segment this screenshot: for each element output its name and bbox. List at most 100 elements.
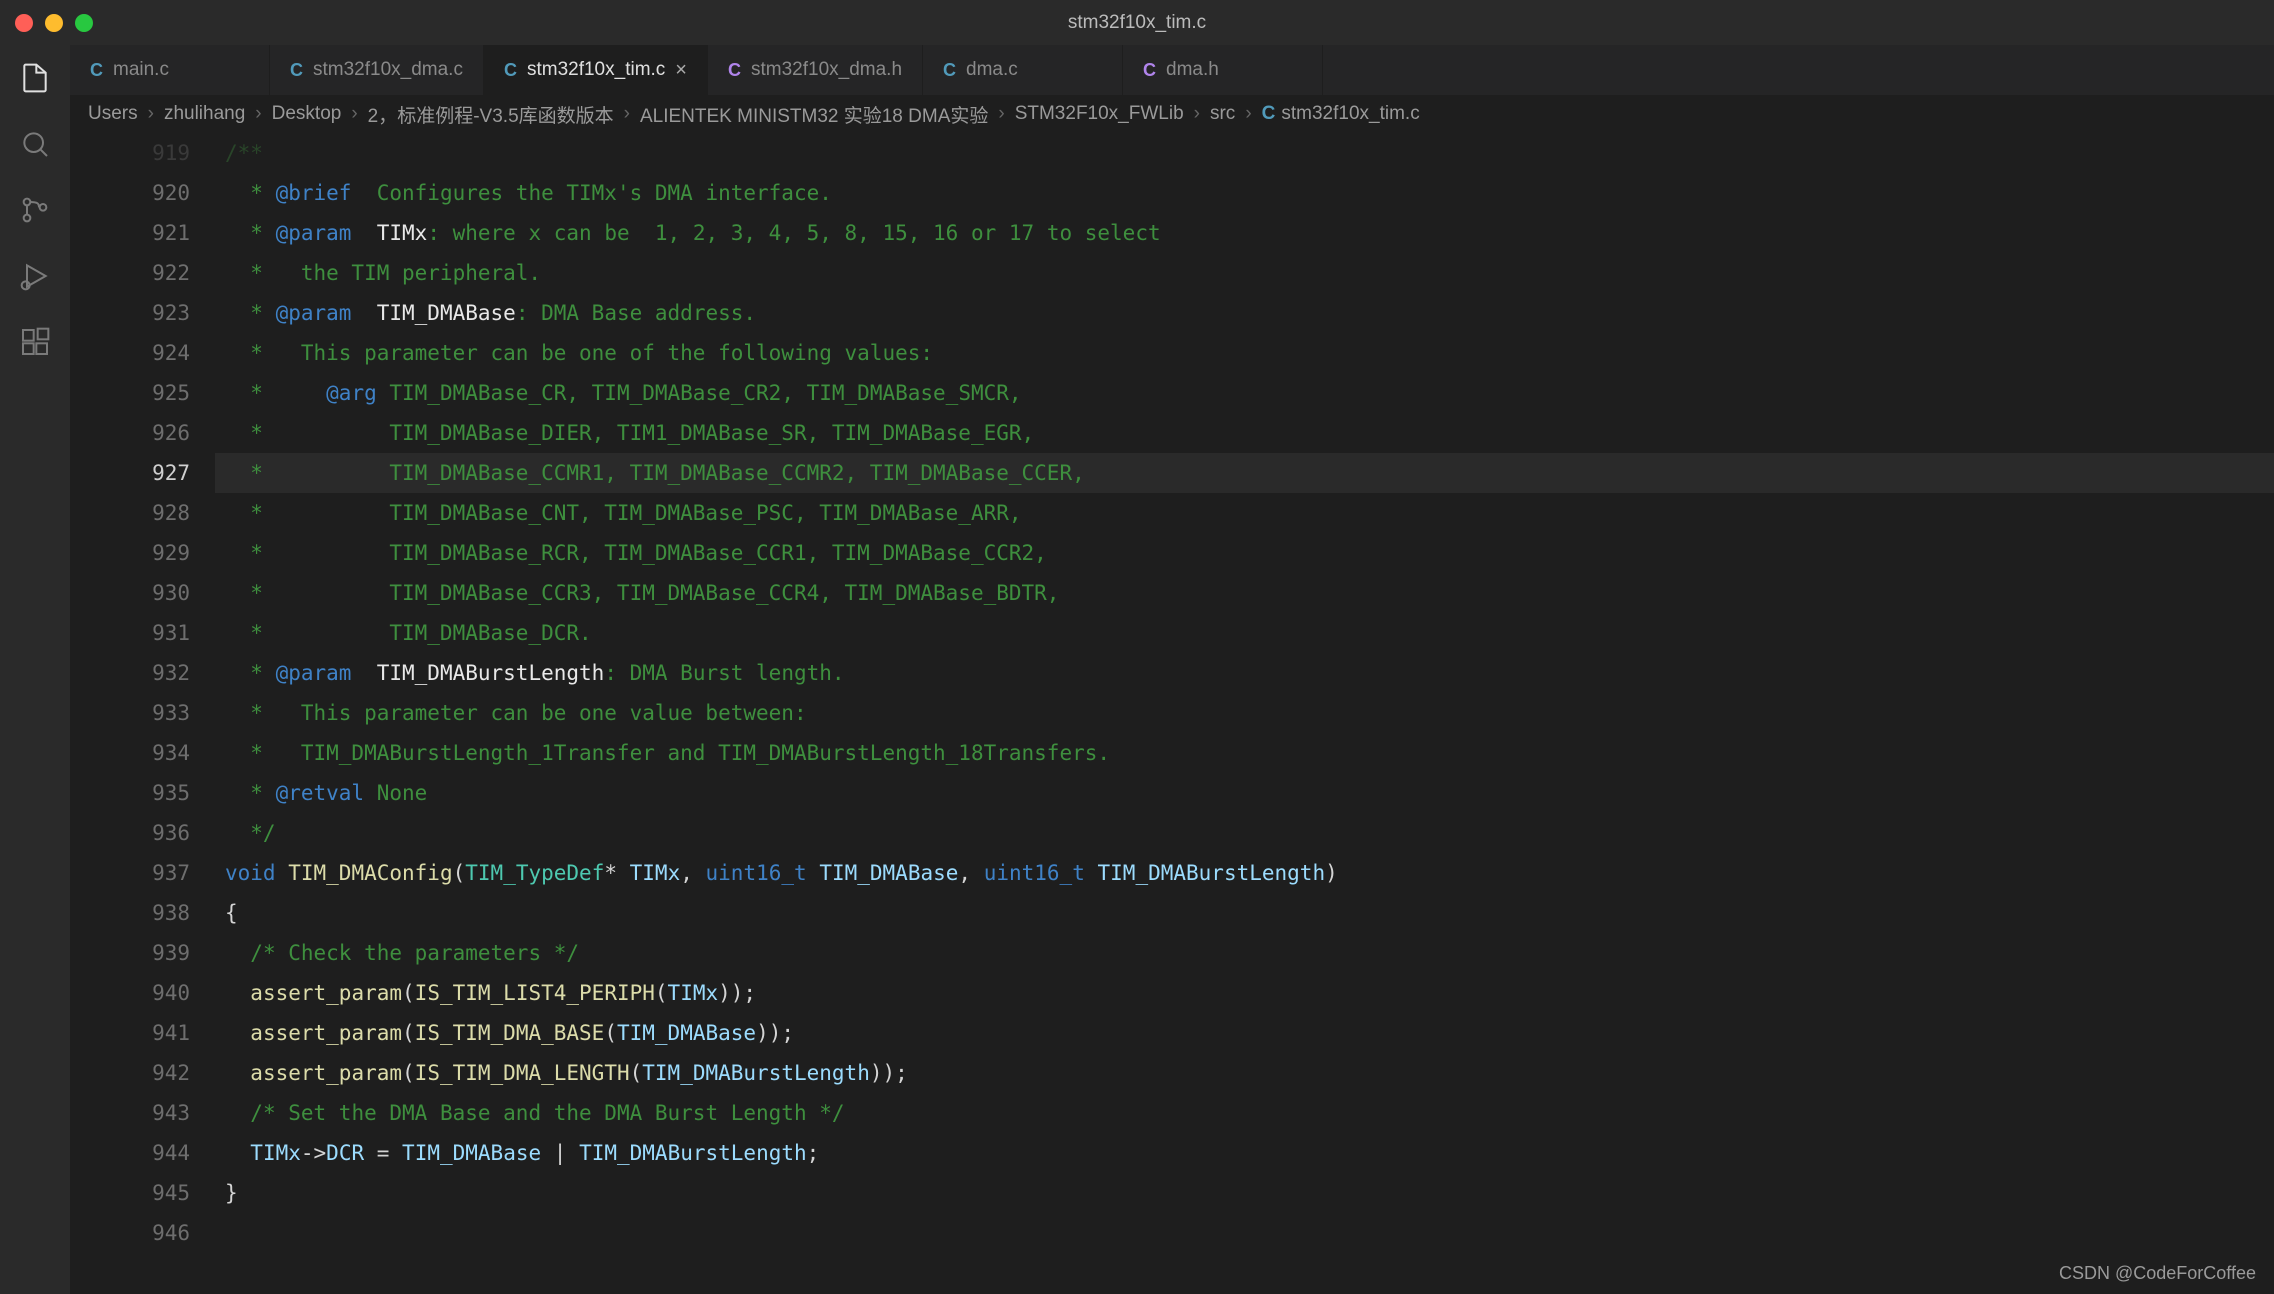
code-line[interactable]: * This parameter can be one of the follo…	[215, 333, 2274, 373]
code-line[interactable]: * @arg TIM_DMABase_CR, TIM_DMABase_CR2, …	[215, 373, 2274, 413]
minimize-window-button[interactable]	[45, 14, 63, 32]
tab-stm32f10x_dma-c[interactable]: Cstm32f10x_dma.c	[270, 45, 484, 95]
chevron-right-icon: ›	[255, 103, 261, 125]
code-line[interactable]: assert_param(IS_TIM_LIST4_PERIPH(TIMx));	[215, 973, 2274, 1013]
chevron-right-icon: ›	[1194, 103, 1200, 125]
maximize-window-button[interactable]	[75, 14, 93, 32]
line-number: 922	[70, 253, 190, 293]
tab-label: stm32f10x_dma.c	[313, 59, 463, 81]
breadcrumb-file[interactable]: stm32f10x_tim.c	[1281, 103, 1419, 125]
code-token	[225, 1101, 250, 1125]
code-line[interactable]	[215, 1213, 2274, 1253]
search-icon[interactable]	[17, 126, 53, 162]
tab-label: dma.c	[966, 59, 1018, 81]
breadcrumb-segment[interactable]: STM32F10x_FWLib	[1015, 103, 1184, 125]
tab-main-c[interactable]: Cmain.c	[70, 45, 270, 95]
breadcrumb-segment[interactable]: Users	[88, 103, 138, 125]
extensions-icon[interactable]	[17, 324, 53, 360]
code-token	[225, 1141, 250, 1165]
code-token: TIM_DMABurstLength	[377, 661, 605, 685]
code-token: TIMx	[250, 1141, 301, 1165]
code-line[interactable]: {	[215, 893, 2274, 933]
code-line[interactable]: * TIM_DMABase_CCR3, TIM_DMABase_CCR4, TI…	[215, 573, 2274, 613]
code-token: (	[402, 981, 415, 1005]
run-debug-icon[interactable]	[17, 258, 53, 294]
tab-dma-h[interactable]: Cdma.h	[1123, 45, 1323, 95]
code-line[interactable]: assert_param(IS_TIM_DMA_BASE(TIM_DMABase…	[215, 1013, 2274, 1053]
code-line[interactable]: assert_param(IS_TIM_DMA_LENGTH(TIM_DMABu…	[215, 1053, 2274, 1093]
code-line[interactable]: * TIM_DMABase_CCMR1, TIM_DMABase_CCMR2, …	[215, 453, 2274, 493]
code-line[interactable]: * @brief Configures the TIMx's DMA inter…	[215, 173, 2274, 213]
line-number: 921	[70, 213, 190, 253]
code-editor[interactable]: 9199209219229239249259269279289299309319…	[70, 133, 2274, 1294]
code-line[interactable]: * TIM_DMABase_CNT, TIM_DMABase_PSC, TIM_…	[215, 493, 2274, 533]
code-token: @param	[276, 661, 352, 685]
code-line[interactable]: * @retval None	[215, 773, 2274, 813]
code-token: TIM_DMABase_CR, TIM_DMABase_CR2, TIM_DMA…	[377, 381, 1022, 405]
code-line[interactable]: void TIM_DMAConfig(TIM_TypeDef* TIMx, ui…	[215, 853, 2274, 893]
tab-stm32f10x_tim-c[interactable]: Cstm32f10x_tim.c×	[484, 45, 708, 95]
breadcrumb-segment[interactable]: Desktop	[272, 103, 342, 125]
line-number: 937	[70, 853, 190, 893]
code-token: * This parameter can be one value betwee…	[225, 701, 807, 725]
code-token: ));	[718, 981, 756, 1005]
code-line[interactable]: * @param TIM_DMABurstLength: DMA Burst l…	[215, 653, 2274, 693]
window-title: stm32f10x_tim.c	[1068, 12, 1206, 34]
code-token: : DMA Burst length.	[604, 661, 844, 685]
code-token: TIMx	[377, 221, 428, 245]
code-line[interactable]: }	[215, 1173, 2274, 1213]
code-line[interactable]: /* Set the DMA Base and the DMA Burst Le…	[215, 1093, 2274, 1133]
source-control-icon[interactable]	[17, 192, 53, 228]
code-token: @param	[276, 221, 352, 245]
code-line[interactable]: /* Check the parameters */	[215, 933, 2274, 973]
code-token: IS_TIM_LIST4_PERIPH	[415, 981, 655, 1005]
c-file-icon: C	[290, 60, 303, 81]
code-token: None	[364, 781, 427, 805]
code-line[interactable]: * TIM_DMABurstLength_1Transfer and TIM_D…	[215, 733, 2274, 773]
code-line[interactable]: * @param TIMx: where x can be 1, 2, 3, 4…	[215, 213, 2274, 253]
code-line[interactable]: * TIM_DMABase_RCR, TIM_DMABase_CCR1, TIM…	[215, 533, 2274, 573]
line-number: 932	[70, 653, 190, 693]
line-number: 941	[70, 1013, 190, 1053]
c-file-icon: C	[90, 60, 103, 81]
breadcrumb-segment[interactable]: src	[1210, 103, 1235, 125]
close-icon[interactable]: ×	[675, 59, 687, 82]
code-token: TIM_TypeDef	[465, 861, 604, 885]
line-numbers-gutter: 9199209219229239249259269279289299309319…	[70, 133, 215, 1294]
code-token: ,	[958, 861, 983, 885]
line-number: 931	[70, 613, 190, 653]
code-token: (	[630, 1061, 643, 1085]
code-line[interactable]: * This parameter can be one value betwee…	[215, 693, 2274, 733]
code-content[interactable]: /** * @brief Configures the TIMx's DMA i…	[215, 133, 2274, 1294]
code-line[interactable]: TIMx->DCR = TIM_DMABase | TIM_DMABurstLe…	[215, 1133, 2274, 1173]
code-token: TIM_DMABase	[819, 861, 958, 885]
code-token: @retval	[276, 781, 365, 805]
code-token: @arg	[326, 381, 377, 405]
explorer-icon[interactable]	[17, 60, 53, 96]
code-line[interactable]: * TIM_DMABase_DIER, TIM1_DMABase_SR, TIM…	[215, 413, 2274, 453]
code-token: uint16_t	[984, 861, 1085, 885]
close-window-button[interactable]	[15, 14, 33, 32]
breadcrumb-segment[interactable]: ALIENTEK MINISTM32 实验18 DMA实验	[640, 101, 988, 128]
titlebar: stm32f10x_tim.c	[0, 0, 2274, 45]
breadcrumb-segment[interactable]: zhulihang	[164, 103, 245, 125]
editor-area: Cmain.cCstm32f10x_dma.cCstm32f10x_tim.c×…	[70, 45, 2274, 1294]
code-token: *	[225, 781, 276, 805]
chevron-right-icon: ›	[351, 103, 357, 125]
code-line[interactable]: * TIM_DMABase_DCR.	[215, 613, 2274, 653]
code-line[interactable]: */	[215, 813, 2274, 853]
code-token: (	[453, 861, 466, 885]
code-line[interactable]: * the TIM peripheral.	[215, 253, 2274, 293]
code-line[interactable]: /**	[215, 133, 2274, 173]
breadcrumbs[interactable]: Users › zhulihang › Desktop › 2，标准例程-V3.5库函数版本…	[70, 95, 2274, 133]
code-token: * TIM_DMABase_CNT, TIM_DMABase_PSC, TIM_…	[225, 501, 1022, 525]
code-token: @param	[276, 301, 352, 325]
code-token: (	[604, 1021, 617, 1045]
code-token: assert_param	[250, 1021, 402, 1045]
tab-stm32f10x_dma-h[interactable]: Cstm32f10x_dma.h	[708, 45, 923, 95]
code-token: (	[402, 1061, 415, 1085]
code-token	[225, 981, 250, 1005]
breadcrumb-segment[interactable]: 2，标准例程-V3.5库函数版本	[368, 101, 614, 128]
tab-dma-c[interactable]: Cdma.c	[923, 45, 1123, 95]
code-line[interactable]: * @param TIM_DMABase: DMA Base address.	[215, 293, 2274, 333]
